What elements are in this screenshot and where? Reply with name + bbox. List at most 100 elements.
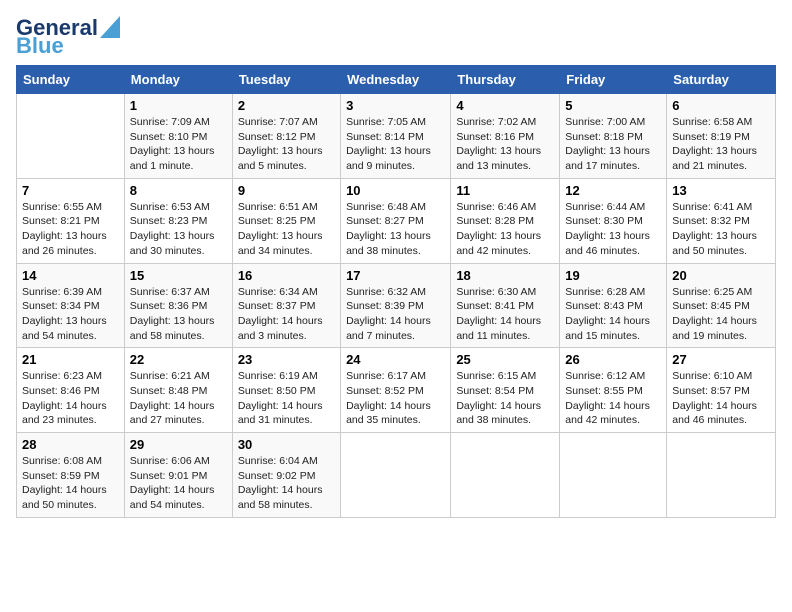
calendar-cell: 5 Sunrise: 7:00 AMSunset: 8:18 PMDaylight… — [560, 94, 667, 179]
calendar-cell — [17, 94, 125, 179]
calendar-cell: 8 Sunrise: 6:53 AMSunset: 8:23 PMDaylight… — [124, 178, 232, 263]
day-info: Sunrise: 7:05 AMSunset: 8:14 PMDaylight:… — [346, 115, 445, 174]
day-info: Sunrise: 6:08 AMSunset: 8:59 PMDaylight:… — [22, 454, 119, 513]
logo-blue: Blue — [16, 35, 64, 57]
day-info: Sunrise: 6:28 AMSunset: 8:43 PMDaylight:… — [565, 285, 661, 344]
day-info: Sunrise: 6:06 AMSunset: 9:01 PMDaylight:… — [130, 454, 227, 513]
day-info: Sunrise: 6:10 AMSunset: 8:57 PMDaylight:… — [672, 369, 770, 428]
day-info: Sunrise: 7:09 AMSunset: 8:10 PMDaylight:… — [130, 115, 227, 174]
column-header-friday: Friday — [560, 66, 667, 94]
calendar-cell: 26 Sunrise: 6:12 AMSunset: 8:55 PMDayligh… — [560, 348, 667, 433]
day-number: 26 — [565, 352, 661, 367]
day-number: 15 — [130, 268, 227, 283]
day-number: 5 — [565, 98, 661, 113]
day-info: Sunrise: 6:41 AMSunset: 8:32 PMDaylight:… — [672, 200, 770, 259]
day-info: Sunrise: 7:00 AMSunset: 8:18 PMDaylight:… — [565, 115, 661, 174]
day-number: 20 — [672, 268, 770, 283]
day-number: 18 — [456, 268, 554, 283]
day-number: 3 — [346, 98, 445, 113]
week-row-4: 21Sunrise: 6:23 AMSunset: 8:46 PMDayligh… — [17, 348, 776, 433]
day-info: Sunrise: 6:34 AMSunset: 8:37 PMDaylight:… — [238, 285, 335, 344]
calendar-cell: 30 Sunrise: 6:04 AMSunset: 9:02 PMDayligh… — [232, 433, 340, 518]
day-info: Sunrise: 6:48 AMSunset: 8:27 PMDaylight:… — [346, 200, 445, 259]
calendar-cell: 6 Sunrise: 6:58 AMSunset: 8:19 PMDaylight… — [667, 94, 776, 179]
calendar-cell: 7 Sunrise: 6:55 AMSunset: 8:21 PMDaylight… — [17, 178, 125, 263]
column-header-thursday: Thursday — [451, 66, 560, 94]
day-number: 7 — [22, 183, 119, 198]
column-header-monday: Monday — [124, 66, 232, 94]
day-number: 29 — [130, 437, 227, 452]
calendar-cell: 14 Sunrise: 6:39 AMSunset: 8:34 PMDayligh… — [17, 263, 125, 348]
calendar-cell: 15 Sunrise: 6:37 AMSunset: 8:36 PMDayligh… — [124, 263, 232, 348]
day-info: Sunrise: 6:30 AMSunset: 8:41 PMDaylight:… — [456, 285, 554, 344]
calendar-cell: 18 Sunrise: 6:30 AMSunset: 8:41 PMDayligh… — [451, 263, 560, 348]
calendar-cell: 1Sunrise: 7:09 AMSunset: 8:10 PMDaylight… — [124, 94, 232, 179]
column-header-sunday: Sunday — [17, 66, 125, 94]
day-number: 19 — [565, 268, 661, 283]
calendar-cell: 12Sunrise: 6:44 AMSunset: 8:30 PMDayligh… — [560, 178, 667, 263]
day-number: 6 — [672, 98, 770, 113]
day-number: 17 — [346, 268, 445, 283]
calendar-cell: 25Sunrise: 6:15 AMSunset: 8:54 PMDayligh… — [451, 348, 560, 433]
calendar-cell — [341, 433, 451, 518]
calendar-cell: 19 Sunrise: 6:28 AMSunset: 8:43 PMDayligh… — [560, 263, 667, 348]
header-row: SundayMondayTuesdayWednesdayThursdayFrid… — [17, 66, 776, 94]
column-header-tuesday: Tuesday — [232, 66, 340, 94]
calendar-cell: 23Sunrise: 6:19 AMSunset: 8:50 PMDayligh… — [232, 348, 340, 433]
day-number: 13 — [672, 183, 770, 198]
calendar-cell: 13 Sunrise: 6:41 AMSunset: 8:32 PMDayligh… — [667, 178, 776, 263]
calendar-cell: 9Sunrise: 6:51 AMSunset: 8:25 PMDaylight… — [232, 178, 340, 263]
week-row-5: 28 Sunrise: 6:08 AMSunset: 8:59 PMDayligh… — [17, 433, 776, 518]
day-info: Sunrise: 6:58 AMSunset: 8:19 PMDaylight:… — [672, 115, 770, 174]
day-info: Sunrise: 7:02 AMSunset: 8:16 PMDaylight:… — [456, 115, 554, 174]
day-info: Sunrise: 6:53 AMSunset: 8:23 PMDaylight:… — [130, 200, 227, 259]
day-info: Sunrise: 6:12 AMSunset: 8:55 PMDaylight:… — [565, 369, 661, 428]
day-info: Sunrise: 6:21 AMSunset: 8:48 PMDaylight:… — [130, 369, 227, 428]
calendar-cell: 4 Sunrise: 7:02 AMSunset: 8:16 PMDaylight… — [451, 94, 560, 179]
calendar-cell: 29 Sunrise: 6:06 AMSunset: 9:01 PMDayligh… — [124, 433, 232, 518]
column-header-wednesday: Wednesday — [341, 66, 451, 94]
day-number: 14 — [22, 268, 119, 283]
day-info: Sunrise: 6:04 AMSunset: 9:02 PMDaylight:… — [238, 454, 335, 513]
day-info: Sunrise: 6:19 AMSunset: 8:50 PMDaylight:… — [238, 369, 335, 428]
calendar-cell: 28 Sunrise: 6:08 AMSunset: 8:59 PMDayligh… — [17, 433, 125, 518]
day-info: Sunrise: 6:17 AMSunset: 8:52 PMDaylight:… — [346, 369, 445, 428]
day-number: 10 — [346, 183, 445, 198]
day-info: Sunrise: 6:55 AMSunset: 8:21 PMDaylight:… — [22, 200, 119, 259]
day-info: Sunrise: 6:51 AMSunset: 8:25 PMDaylight:… — [238, 200, 335, 259]
day-info: Sunrise: 6:39 AMSunset: 8:34 PMDaylight:… — [22, 285, 119, 344]
day-info: Sunrise: 7:07 AMSunset: 8:12 PMDaylight:… — [238, 115, 335, 174]
week-row-1: 1Sunrise: 7:09 AMSunset: 8:10 PMDaylight… — [17, 94, 776, 179]
day-number: 8 — [130, 183, 227, 198]
page-header: General Blue — [16, 16, 776, 57]
calendar-cell: 20 Sunrise: 6:25 AMSunset: 8:45 PMDayligh… — [667, 263, 776, 348]
calendar-cell: 21Sunrise: 6:23 AMSunset: 8:46 PMDayligh… — [17, 348, 125, 433]
day-number: 22 — [130, 352, 227, 367]
day-info: Sunrise: 6:25 AMSunset: 8:45 PMDaylight:… — [672, 285, 770, 344]
calendar-cell: 10 Sunrise: 6:48 AMSunset: 8:27 PMDayligh… — [341, 178, 451, 263]
day-number: 24 — [346, 352, 445, 367]
calendar-cell — [667, 433, 776, 518]
day-number: 11 — [456, 183, 554, 198]
day-info: Sunrise: 6:37 AMSunset: 8:36 PMDaylight:… — [130, 285, 227, 344]
logo: General Blue — [16, 16, 120, 57]
day-number: 28 — [22, 437, 119, 452]
day-number: 25 — [456, 352, 554, 367]
week-row-3: 14 Sunrise: 6:39 AMSunset: 8:34 PMDayligh… — [17, 263, 776, 348]
day-info: Sunrise: 6:32 AMSunset: 8:39 PMDaylight:… — [346, 285, 445, 344]
calendar-cell: 11 Sunrise: 6:46 AMSunset: 8:28 PMDayligh… — [451, 178, 560, 263]
calendar-cell: 24 Sunrise: 6:17 AMSunset: 8:52 PMDayligh… — [341, 348, 451, 433]
day-number: 30 — [238, 437, 335, 452]
calendar-cell: 3 Sunrise: 7:05 AMSunset: 8:14 PMDaylight… — [341, 94, 451, 179]
calendar-cell: 17 Sunrise: 6:32 AMSunset: 8:39 PMDayligh… — [341, 263, 451, 348]
calendar-cell: 27 Sunrise: 6:10 AMSunset: 8:57 PMDayligh… — [667, 348, 776, 433]
day-number: 27 — [672, 352, 770, 367]
calendar-cell: 22 Sunrise: 6:21 AMSunset: 8:48 PMDayligh… — [124, 348, 232, 433]
week-row-2: 7 Sunrise: 6:55 AMSunset: 8:21 PMDaylight… — [17, 178, 776, 263]
day-number: 4 — [456, 98, 554, 113]
day-number: 12 — [565, 183, 661, 198]
day-info: Sunrise: 6:46 AMSunset: 8:28 PMDaylight:… — [456, 200, 554, 259]
calendar-cell: 16Sunrise: 6:34 AMSunset: 8:37 PMDayligh… — [232, 263, 340, 348]
calendar-cell: 2Sunrise: 7:07 AMSunset: 8:12 PMDaylight… — [232, 94, 340, 179]
calendar-cell — [451, 433, 560, 518]
